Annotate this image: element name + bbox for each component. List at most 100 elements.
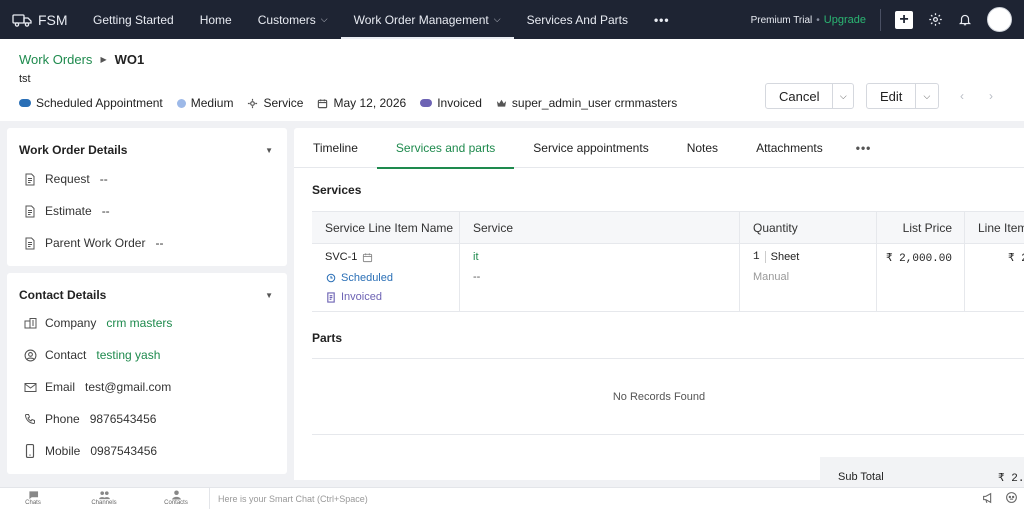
tab-label: Notes xyxy=(686,141,719,155)
gear-icon xyxy=(928,13,942,26)
type-badge: Service xyxy=(247,96,303,110)
user-circle-icon xyxy=(23,348,37,362)
next-record-button[interactable]: › xyxy=(989,89,993,103)
column-header-quantity[interactable]: Quantity xyxy=(739,212,876,243)
channels-button[interactable]: Channels xyxy=(84,490,124,506)
priority-dot-icon xyxy=(176,98,186,108)
divider xyxy=(312,358,1024,359)
nav-home[interactable]: Home xyxy=(187,0,245,39)
contact-field: Contact testing yash xyxy=(23,348,160,362)
cancel-dropdown-chevron-icon[interactable]: ⌵ xyxy=(832,84,853,108)
related-lists-panel: Timeline Services and parts Service appo… xyxy=(294,128,1024,480)
line-item-name: SVC-1 xyxy=(325,251,373,263)
top-right-actions: Premium Trial • Upgrade + xyxy=(751,7,1024,32)
email-field: Email test@gmail.com xyxy=(23,380,171,394)
line-item-value: ₹ 2 xyxy=(1008,253,1024,265)
nav-label: Getting Started xyxy=(93,12,174,27)
parent-work-order-doc-icon xyxy=(23,236,37,250)
mail-icon xyxy=(23,380,37,394)
tabs-more-button[interactable]: ••• xyxy=(842,128,886,167)
nav-work-order-management[interactable]: Work Order Management ⌵ xyxy=(340,0,514,39)
breadcrumb: Work Orders ▶ WO1 xyxy=(19,52,144,67)
record-attributes: Scheduled Appointment Medium Service May… xyxy=(19,96,677,110)
smart-chat-input[interactable]: Here is your Smart Chat (Ctrl+Space) xyxy=(209,488,969,509)
parent-work-order-field: Parent Work Order -- xyxy=(23,236,163,250)
column-header-line-item[interactable]: Line Item xyxy=(964,212,1024,243)
bottom-right-actions xyxy=(982,491,1018,504)
priority-badge: Medium xyxy=(176,96,233,110)
subtotal-label: Sub Total xyxy=(838,471,884,483)
column-header-service[interactable]: Service xyxy=(459,212,739,243)
contact-link[interactable]: testing yash xyxy=(96,348,160,362)
parts-section-title: Parts xyxy=(312,331,343,345)
tab-services-and-parts[interactable]: Services and parts xyxy=(376,128,515,169)
table-row: SVC-1 Scheduled Invoiced it -- 1 Sheet M… xyxy=(312,244,1024,312)
quick-create-button[interactable]: + xyxy=(895,10,913,29)
column-header-line-item-name[interactable]: Service Line Item Name xyxy=(312,212,459,243)
nav-customers[interactable]: Customers ⌵ xyxy=(245,0,341,39)
nav-more-button[interactable]: ••• xyxy=(641,0,683,39)
email-label: Email xyxy=(45,380,76,394)
chats-label: Chats xyxy=(25,500,41,506)
service-link[interactable]: it xyxy=(473,251,479,263)
collapse-caret-icon[interactable]: ▼ xyxy=(265,291,273,300)
cancel-button-group: Cancel ⌵ xyxy=(765,83,854,109)
nav-services-and-parts[interactable]: Services And Parts xyxy=(514,0,641,39)
invoice-icon xyxy=(327,291,335,303)
chevron-down-icon: ⌵ xyxy=(320,14,328,24)
megaphone-icon[interactable] xyxy=(982,492,995,504)
trial-info: Premium Trial • Upgrade xyxy=(751,14,866,26)
collapse-caret-icon[interactable]: ▼ xyxy=(265,146,273,155)
contact-details-title: Contact Details xyxy=(19,288,107,302)
quantity-mode: Manual xyxy=(753,271,790,283)
billing-pill-icon xyxy=(420,99,433,107)
services-table-header: Service Line Item Name Service Quantity … xyxy=(312,211,1024,244)
date-text: May 12, 2026 xyxy=(333,96,407,110)
group-icon xyxy=(98,491,110,500)
notifications-button[interactable] xyxy=(957,12,973,28)
previous-record-button[interactable]: ‹ xyxy=(960,89,964,103)
estimate-field: Estimate -- xyxy=(23,204,110,218)
scheduled-text: Scheduled xyxy=(341,272,393,284)
caret-right-icon: ▶ xyxy=(100,55,107,64)
phone-field: Phone 9876543456 xyxy=(23,412,156,426)
column-header-list-price[interactable]: List Price xyxy=(876,212,964,243)
request-label: Request xyxy=(45,172,90,186)
brand[interactable]: FSM xyxy=(0,12,80,28)
divider xyxy=(764,251,766,263)
request-value: -- xyxy=(99,172,108,186)
request-doc-icon xyxy=(23,172,37,186)
tab-notes[interactable]: Notes xyxy=(668,128,737,168)
person-icon xyxy=(171,490,181,500)
estimate-doc-icon xyxy=(23,204,37,218)
tab-timeline[interactable]: Timeline xyxy=(294,128,377,168)
phone-value: 9876543456 xyxy=(89,412,157,426)
edit-button[interactable]: Edit xyxy=(867,89,915,104)
edit-dropdown-chevron-icon[interactable]: ⌵ xyxy=(915,84,937,108)
contacts-button[interactable]: Contacts xyxy=(156,490,196,506)
nav-getting-started[interactable]: Getting Started xyxy=(80,0,187,39)
breadcrumb-work-orders-link[interactable]: Work Orders xyxy=(19,52,92,67)
cancel-button[interactable]: Cancel xyxy=(766,89,832,104)
bell-icon xyxy=(958,14,972,26)
chats-button[interactable]: Chats xyxy=(13,490,53,506)
cog-icon xyxy=(248,98,258,108)
bot-icon[interactable] xyxy=(1005,491,1018,504)
tab-attachments[interactable]: Attachments xyxy=(737,128,842,168)
trial-label: Premium Trial xyxy=(750,14,813,26)
status-badge: Scheduled Appointment xyxy=(19,96,163,110)
quantity-value: 1 Sheet xyxy=(753,251,799,263)
line-item-name-cell: SVC-1 Scheduled Invoiced xyxy=(312,244,459,312)
settings-button[interactable] xyxy=(927,12,943,28)
mobile-label: Mobile xyxy=(45,444,81,458)
company-link[interactable]: crm masters xyxy=(106,316,172,330)
line-item-id[interactable]: SVC-1 xyxy=(325,251,357,263)
status-text: Scheduled Appointment xyxy=(36,96,163,110)
upgrade-link[interactable]: Upgrade xyxy=(824,14,866,26)
edit-button-group: Edit ⌵ xyxy=(866,83,939,109)
truck-icon xyxy=(12,13,32,27)
tab-service-appointments[interactable]: Service appointments xyxy=(514,128,667,168)
avatar[interactable] xyxy=(987,7,1012,32)
chevron-down-icon: ⌵ xyxy=(493,14,501,24)
contact-label: Contact xyxy=(45,348,87,362)
